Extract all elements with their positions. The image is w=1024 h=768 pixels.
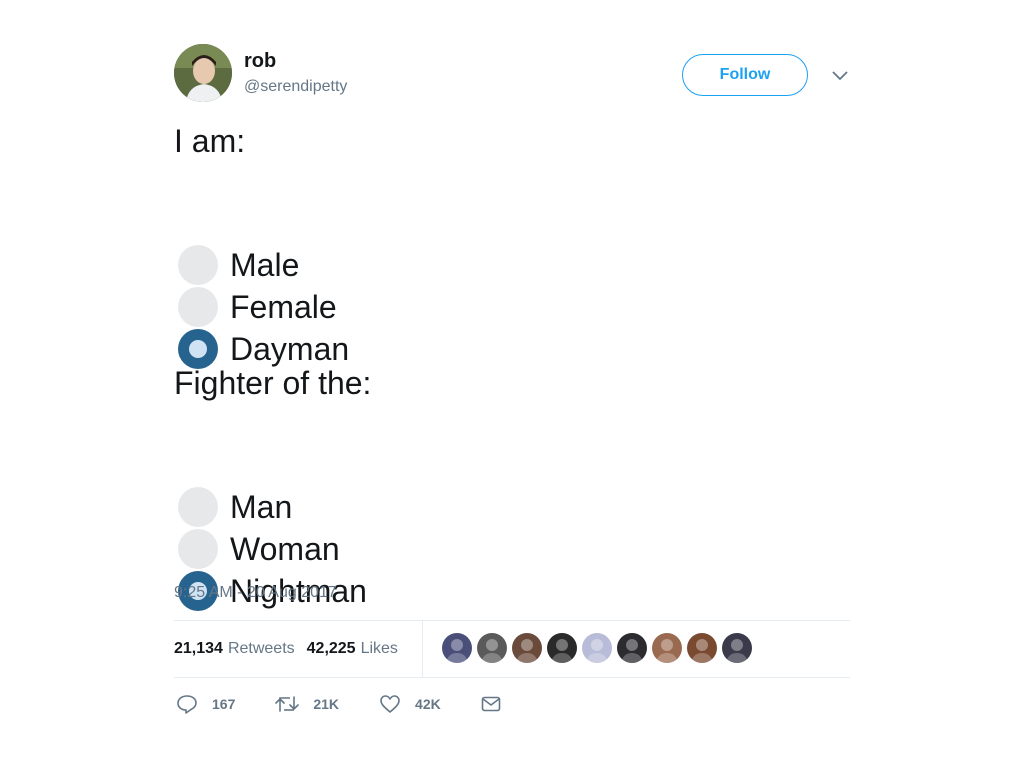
tweet-header: rob @serendipetty Follow	[174, 44, 850, 106]
option-label: Male	[230, 247, 300, 283]
avatar[interactable]	[174, 44, 232, 102]
retweet-icon	[275, 696, 300, 712]
liker-avatar[interactable]	[582, 633, 612, 663]
user-handle[interactable]: @serendipetty	[244, 77, 347, 97]
likes-count[interactable]: 42,225	[307, 640, 356, 658]
liker-avatar[interactable]	[652, 633, 682, 663]
reply-icon	[177, 695, 197, 714]
retweets-label[interactable]: Retweets	[228, 640, 295, 658]
liker-avatar[interactable]	[512, 633, 542, 663]
liker-avatars	[442, 633, 757, 665]
tweet-timestamp[interactable]: 9:25 AM - 20 Aug 2017	[174, 584, 337, 602]
option-label: Woman	[230, 531, 340, 567]
retweet-count: 21K	[313, 696, 340, 712]
option-item: Female	[178, 286, 349, 328]
tweet-card: rob @serendipetty Follow I am: Male Fema…	[174, 44, 850, 714]
tweet-text-fighter: Fighter of the:	[174, 365, 372, 401]
author-names: rob @serendipetty	[244, 49, 347, 97]
like-button[interactable]: 42K	[379, 694, 441, 714]
tweet-text-intro: I am:	[174, 123, 246, 159]
liker-avatar[interactable]	[442, 633, 472, 663]
radio-unchecked-icon	[178, 529, 218, 569]
stats-separator	[422, 621, 423, 677]
divider	[174, 677, 850, 678]
retweet-button[interactable]: 21K	[275, 695, 339, 713]
envelope-icon	[481, 696, 501, 712]
liker-avatar[interactable]	[547, 633, 577, 663]
option-item: Woman	[178, 528, 367, 570]
option-label: Female	[230, 289, 337, 325]
radio-unchecked-icon	[178, 487, 218, 527]
option-label: Man	[230, 489, 293, 525]
reply-button[interactable]: 167	[176, 694, 235, 714]
follow-button[interactable]: Follow	[682, 54, 808, 96]
reply-count: 167	[212, 696, 236, 712]
liker-avatar[interactable]	[477, 633, 507, 663]
tweet-stats: 21,134 Retweets 42,225 Likes	[174, 621, 398, 677]
option-item: Man	[178, 486, 367, 528]
likes-label[interactable]: Likes	[361, 640, 398, 658]
option-group-1: Male Female Dayman	[178, 244, 349, 370]
radio-unchecked-icon	[178, 245, 218, 285]
option-item: Male	[178, 244, 349, 286]
like-count: 42K	[415, 696, 441, 712]
action-bar: 167 21K 42K	[176, 694, 555, 714]
chevron-down-icon[interactable]	[830, 66, 850, 86]
heart-icon	[380, 695, 400, 713]
liker-avatar[interactable]	[617, 633, 647, 663]
radio-unchecked-icon	[178, 287, 218, 327]
liker-avatar[interactable]	[687, 633, 717, 663]
liker-avatar[interactable]	[722, 633, 752, 663]
retweets-count[interactable]: 21,134	[174, 640, 223, 658]
display-name[interactable]: rob	[244, 49, 347, 73]
direct-message-button[interactable]	[481, 696, 515, 712]
